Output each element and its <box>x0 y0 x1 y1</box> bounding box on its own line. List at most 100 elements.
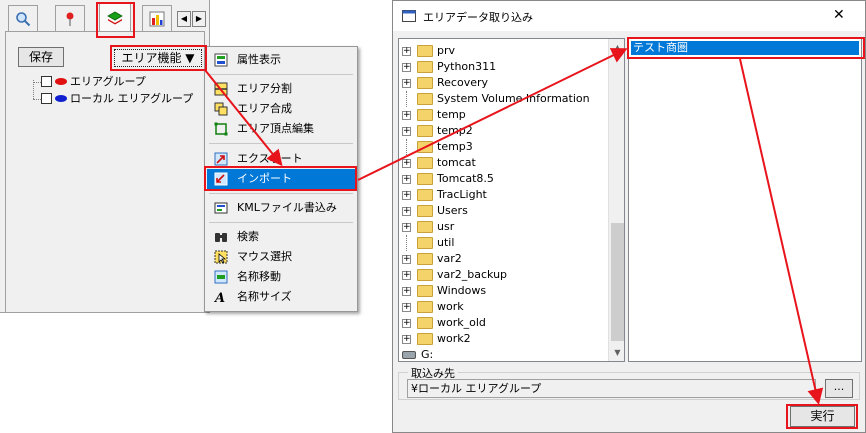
folder-icon <box>417 141 433 153</box>
expand-plus-icon[interactable]: + <box>402 207 411 216</box>
annotation-box-selected-file <box>627 37 865 59</box>
magnifier-icon <box>16 11 31 26</box>
folder-name: work2 <box>437 332 471 345</box>
menu-item-label: エリア頂点編集 <box>237 122 314 135</box>
folder-icon <box>417 237 433 249</box>
expand-plus-icon[interactable]: + <box>402 335 411 344</box>
expand-plus-icon[interactable]: + <box>402 191 411 200</box>
folder-name: usr <box>437 220 455 233</box>
folder-name: temp2 <box>437 124 473 137</box>
merge-icon <box>214 102 228 116</box>
expand-plus-icon[interactable]: + <box>402 319 411 328</box>
expand-plus-icon[interactable]: + <box>402 175 411 184</box>
folder-name: TracLight <box>437 188 487 201</box>
folder-name: var2 <box>437 252 462 265</box>
tree-connector <box>406 139 407 155</box>
folder-name: prv <box>437 44 456 57</box>
red-layer-icon <box>55 78 67 85</box>
binoculars-icon <box>215 233 227 242</box>
expand-plus-icon[interactable]: + <box>402 127 411 136</box>
tab-search[interactable] <box>8 5 38 31</box>
attribute-icon <box>214 53 228 67</box>
expand-plus-icon[interactable]: + <box>402 255 411 264</box>
menu-item-label: マウス選択 <box>237 250 292 263</box>
folder-icon <box>417 333 433 345</box>
folder-icon <box>417 189 433 201</box>
menu-item-label-size[interactable]: A 名称サイズ <box>207 287 355 307</box>
menu-item-label: エリア合成 <box>237 102 292 115</box>
pin-icon <box>66 12 74 26</box>
menu-item-kml-write[interactable]: KMLファイル書込み <box>207 198 355 218</box>
expand-plus-icon[interactable]: + <box>402 271 411 280</box>
annotation-box-layers-tab <box>96 2 135 38</box>
tree-item-area-group[interactable]: エリアグループ <box>41 74 146 90</box>
tree-item-local-area-group[interactable]: ローカル エリアグループ <box>41 91 193 107</box>
expand-plus-icon[interactable]: + <box>402 223 411 232</box>
folder-name: work <box>437 300 464 313</box>
svg-text:A: A <box>214 291 225 304</box>
expand-plus-icon[interactable]: + <box>402 79 411 88</box>
menu-item-label: 名称移動 <box>237 270 281 283</box>
menu-item-vertex-edit[interactable]: エリア頂点編集 <box>207 119 355 139</box>
close-icon[interactable]: ✕ <box>833 7 845 23</box>
folder-icon <box>417 285 433 297</box>
folder-name: temp <box>437 108 466 121</box>
folder-name: Tomcat8.5 <box>437 172 494 185</box>
scroll-down-arrow-icon[interactable]: ▼ <box>609 344 624 361</box>
folder-name: System Volume Information <box>437 92 590 105</box>
scroll-thumb[interactable] <box>611 223 624 341</box>
menu-item-area-merge[interactable]: エリア合成 <box>207 99 355 119</box>
bar-chart-icon <box>149 11 165 26</box>
folder-name: Windows <box>437 284 487 297</box>
folder-icon <box>417 61 433 73</box>
destination-field[interactable]: ¥ローカル エリアグループ <box>407 379 816 398</box>
folder-tree-scrollbar[interactable]: ▲ ▼ <box>608 39 624 361</box>
browse-button[interactable]: ... <box>825 379 853 398</box>
expand-plus-icon[interactable]: + <box>402 47 411 56</box>
window-icon <box>402 10 416 22</box>
blue-layer-icon <box>55 95 67 102</box>
folder-icon <box>417 93 433 105</box>
split-icon <box>214 82 228 96</box>
tab-chart[interactable] <box>142 5 172 31</box>
tab-scroll-left[interactable]: ◀ <box>177 11 191 27</box>
menu-item-label-move[interactable]: 名称移動 <box>207 267 355 287</box>
area-data-import-dialog: エリアデータ取り込み ✕ + prv + Python311 + Recovery Syst… <box>392 0 866 433</box>
font-size-icon: A <box>214 291 225 304</box>
save-button[interactable]: 保存 <box>18 47 64 67</box>
vertex-edit-icon <box>214 122 228 136</box>
drive-label: G: <box>421 348 434 361</box>
tree-item-label: ローカル エリアグループ <box>70 92 194 105</box>
menu-item-attribute[interactable]: 属性表示 <box>207 50 355 70</box>
folder-icon <box>417 45 433 57</box>
mouse-select-icon <box>214 250 228 264</box>
file-list[interactable]: テスト商圏 <box>628 38 862 362</box>
expand-plus-icon[interactable]: + <box>402 287 411 296</box>
scroll-up-arrow-icon[interactable]: ▲ <box>609 39 624 56</box>
folder-name: Python311 <box>437 60 497 73</box>
folder-tree[interactable]: + prv + Python311 + Recovery System Volume Inf… <box>398 38 625 362</box>
expand-plus-icon[interactable]: + <box>402 303 411 312</box>
expand-plus-icon[interactable]: + <box>402 63 411 72</box>
expand-plus-icon[interactable]: + <box>402 159 411 168</box>
expand-plus-icon[interactable]: + <box>402 111 411 120</box>
folder-icon <box>417 173 433 185</box>
menu-item-area-split[interactable]: エリア分割 <box>207 79 355 99</box>
menu-item-label: エリア分割 <box>237 82 292 95</box>
folder-name: tomcat <box>437 156 476 169</box>
folder-name: temp3 <box>437 140 473 153</box>
folder-icon <box>417 157 433 169</box>
tab-scroll-right[interactable]: ▶ <box>192 11 206 27</box>
tab-pin[interactable] <box>55 5 85 31</box>
export-icon <box>214 152 228 166</box>
folder-name: work_old <box>437 316 486 329</box>
local-area-group-checkbox[interactable] <box>41 93 52 104</box>
folder-icon <box>417 221 433 233</box>
folder-icon <box>417 205 433 217</box>
area-group-checkbox[interactable] <box>41 76 52 87</box>
folder-name: Recovery <box>437 76 489 89</box>
menu-item-search[interactable]: 検索 <box>207 227 355 247</box>
drive-icon <box>402 351 416 359</box>
menu-item-mouse-select[interactable]: マウス選択 <box>207 247 355 267</box>
folder-icon <box>417 301 433 313</box>
